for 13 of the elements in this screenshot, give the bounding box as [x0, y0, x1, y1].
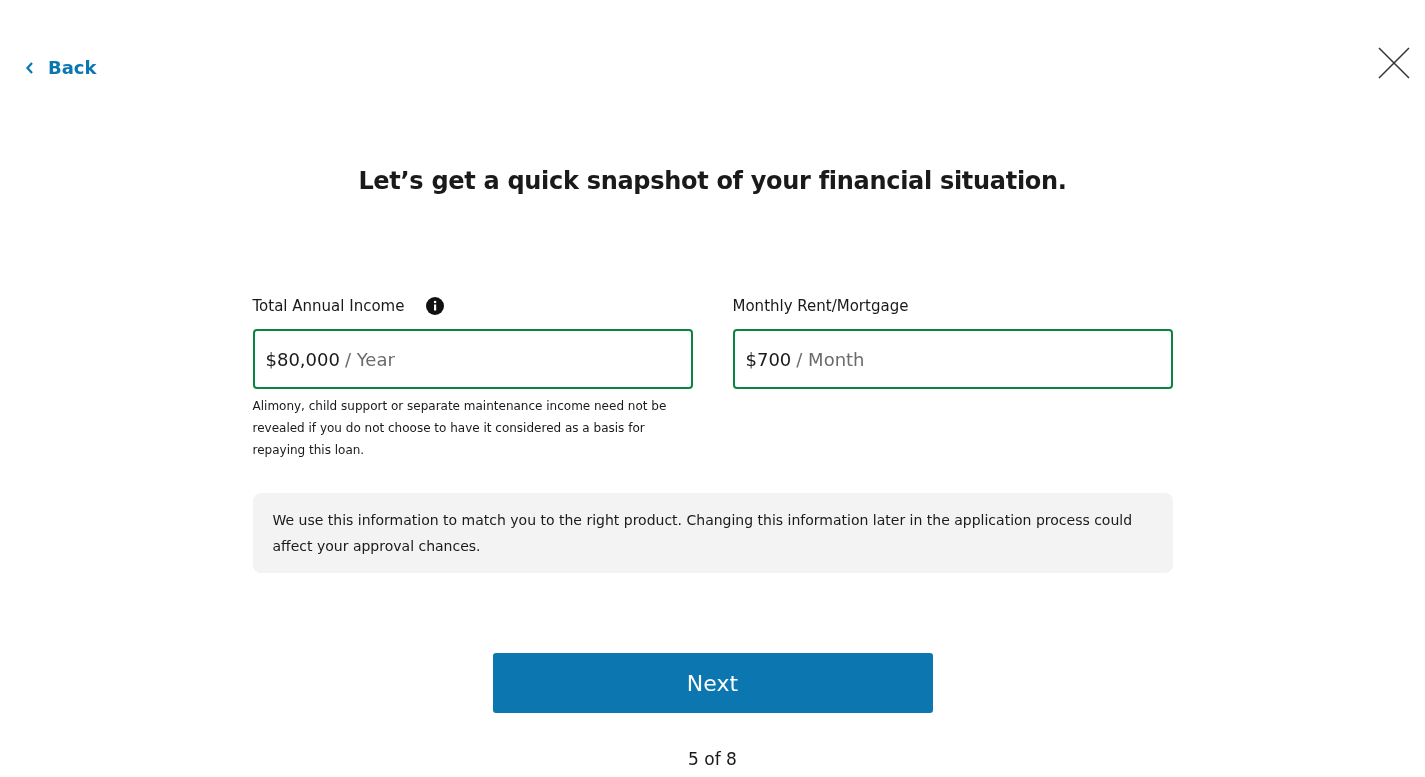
back-link[interactable]: Back	[26, 54, 97, 81]
field-label: Total Annual Income	[252, 295, 405, 317]
chevron-left-icon	[26, 61, 34, 74]
notice-panel: We use this information to match you to the right product. Changing this information later in the application process could affect your approval chances.	[252, 493, 1173, 573]
close-button[interactable]	[1377, 46, 1411, 80]
amount-field[interactable]: $700 / Month	[732, 329, 1173, 389]
field-label: Monthly Rent/Mortgage	[732, 295, 909, 317]
amount-field[interactable]: $80,000 / Year	[252, 329, 693, 389]
page-heading: Let’s get a quick snapshot of your financial situation.	[357, 166, 1068, 197]
step-counter: 5 of 8	[688, 748, 737, 771]
help-text: Alimony, child support or separate maintenance income need not be revealed if you do not choose to have it considered as a basis for repaying this loan.	[252, 398, 668, 459]
next-button[interactable]: Next	[492, 653, 933, 713]
info-icon[interactable]	[426, 297, 445, 315]
